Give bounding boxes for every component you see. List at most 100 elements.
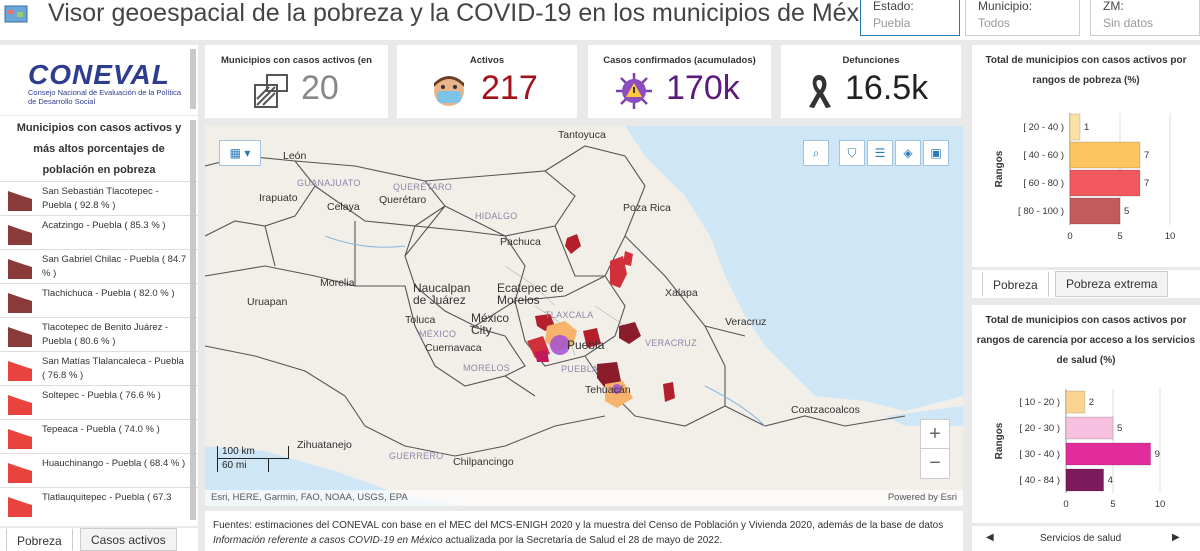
layer-select-button[interactable]: ▦ ▾ [219,140,261,166]
zm-filter-label: ZM: [1103,0,1124,13]
zm-filter[interactable]: ZM: Sin datos [1090,0,1200,36]
chart-bar[interactable] [1065,416,1114,440]
next-arrow-icon[interactable]: ▶ [1172,532,1180,543]
municipality-filter-label: Municipio: [978,0,1033,13]
municipality-shape[interactable] [565,234,581,254]
y-tick-label: [ 80 - 100 ) [1018,206,1064,217]
list-item[interactable]: Tlachichuca - Puebla ( 82.0 % ) [0,283,198,317]
sources-note: Fuentes: estimaciones del CONEVAL con ba… [205,511,963,551]
bar-value-label: 7 [1144,150,1149,161]
search-button[interactable]: ⌕ [803,140,829,166]
list-item[interactable]: San Sebastián Tlacotepec - Puebla ( 92.8… [0,181,198,215]
basemap-gallery-button[interactable]: ▣ [923,140,949,166]
active-municipalities[interactable] [527,234,675,408]
map-label-city: Coatzacoalcos [791,404,860,416]
map-label-city: Zihuatanejo [297,439,352,451]
scale-km: 100 km [217,446,289,459]
list-item-label: San Sebastián Tlacotepec - Puebla ( 92.8… [42,186,159,211]
tab-pobreza[interactable]: Pobreza [6,528,73,551]
card-title: Defunciones [842,55,900,66]
chart-bar[interactable] [1065,390,1086,414]
chart-bar[interactable] [1069,141,1141,169]
list-item[interactable]: Soltepec - Puebla ( 76.6 % ) [0,385,198,419]
layers-button[interactable]: ◈ [895,140,921,166]
list-item[interactable]: Huauchinango - Puebla ( 68.4 % ) [0,453,198,487]
chart-bar[interactable] [1065,442,1152,466]
y-tick-label: [ 40 - 60 ) [1023,150,1064,161]
map-label-city: Poza Rica [623,202,671,214]
map-label-city: México City [471,311,510,337]
municipality-shape[interactable] [619,322,641,344]
logo-subtitle: Consejo Nacional de Evaluación de la Pol… [28,88,182,106]
municipality-shape[interactable] [535,350,549,362]
map-view[interactable]: Tantoyuca León GUANAJUATO QUERÉTARO Irap… [205,126,963,506]
chart-bar[interactable] [1069,169,1141,197]
logo-scrollbar[interactable] [190,49,196,109]
right-footer: ◀ Servicios de salud ▶ [972,526,1200,551]
x-tick-label: 10 [1155,499,1166,510]
chart-bar[interactable] [1069,197,1121,225]
list-item[interactable]: Tepeaca - Puebla ( 74.0 % ) [0,419,198,453]
zoom-out-button[interactable]: − [921,449,949,478]
attribution-text: Esri, HERE, Garmin, FAO, NOAA, USGS, EPA [211,492,408,503]
map-label-city: Tehuacán [585,384,631,396]
list-icon: ☰ [874,146,886,160]
y-axis-label: Rangos [994,422,1005,459]
list-item-label: Huauchinango - Puebla ( 68.4 % ) [42,458,186,469]
poverty-swatch-icon [8,463,32,483]
sources-suffix: actualizada por la Secretaría de Salud e… [442,535,723,546]
municipality-icon [254,74,288,108]
poverty-swatch-icon [8,497,32,517]
list-item[interactable]: San Gabriel Chilac - Puebla ( 84.7 % ) [0,249,198,283]
card-title: Activos [469,55,505,66]
poverty-swatch-icon [8,327,32,347]
list-scrollbar[interactable] [190,120,196,520]
chart-title: Total de municipios con casos activos po… [985,55,1187,86]
bar-value-label: 5 [1117,423,1122,434]
list-item[interactable]: San Matías Tlalancaleca - Puebla ( 76.8 … [0,351,198,385]
health-chart-panel: Total de municipios con casos activos po… [972,305,1200,523]
y-tick-label: [ 60 - 80 ) [1023,178,1064,189]
list-item[interactable]: Tlacotepec de Benito Juárez - Puebla ( 8… [0,317,198,351]
list-item-label: Tlatlauquitepec - Puebla ( 67.3 [42,492,172,503]
map-label-state: MÉXICO [419,329,457,339]
health-bar-chart: 0 5 10 [ 10 - 20 ) 2 [ 20 - 30 ) 5 [ 30 - 40 ) 9… [994,389,1166,510]
municipality-filter[interactable]: Municipio: Todos [965,0,1080,36]
grid-select-icon: ▦ [229,146,241,160]
municipality-filter-value: Todos [978,16,1011,30]
list-item-label: Soltepec - Puebla ( 76.6 % ) [42,390,161,401]
poverty-swatch-icon [8,259,32,279]
y-tick-label: [ 20 - 40 ) [1023,122,1064,133]
powered-by-link[interactable]: Powered by Esri [888,490,957,506]
tab-casos-activos[interactable]: Casos activos [80,528,177,551]
chevron-down-icon: ▾ [244,146,251,160]
list-item[interactable]: Tlatlauquitepec - Puebla ( 67.3 [0,487,198,521]
state-filter[interactable]: Estado: Puebla [860,0,960,36]
x-tick-label: 0 [1067,231,1072,242]
legend-button[interactable]: ☰ [867,140,893,166]
list-item[interactable]: Acatzingo - Puebla ( 85.3 % ) [0,215,198,249]
qr-grid-icon: ▣ [930,146,942,160]
left-tabs: Pobreza Casos activos [0,528,198,551]
poverty-bar-chart: 0 5 10 [ 20 - 40 ) 1 [ 40 - 60 ) 7 [ 60 - 80 ) 7… [994,113,1175,242]
poverty-swatch-icon [8,293,32,313]
bar-value-label: 7 [1144,178,1149,189]
chart-bar[interactable] [1069,113,1081,141]
page-title: Visor geoespacial de la pobreza y la COV… [48,0,892,27]
state-filter-label: Estado: [873,0,914,13]
bookmark-button[interactable]: ⛉ [839,140,865,166]
card-active-municipalities: Municipios con casos activos (en 20 [205,45,388,118]
bar-value-label: 4 [1108,475,1113,486]
y-tick-label: [ 20 - 30 ) [1019,423,1060,434]
chart-bar[interactable] [1065,468,1105,492]
prev-arrow-icon[interactable]: ◀ [986,532,994,543]
map-label-city: Tantoyuca [558,129,606,141]
municipality-shape[interactable] [663,382,675,402]
municipality-shape[interactable] [623,251,633,266]
tab-right-pobreza-extrema[interactable]: Pobreza extrema [1055,271,1169,297]
tab-right-pobreza[interactable]: Pobreza [982,271,1049,297]
sources-italic: Información referente a casos COVID-19 e… [213,535,443,546]
poverty-swatch-icon [8,429,32,449]
zoom-in-button[interactable]: + [921,420,949,449]
card-value: 20 [301,69,339,107]
